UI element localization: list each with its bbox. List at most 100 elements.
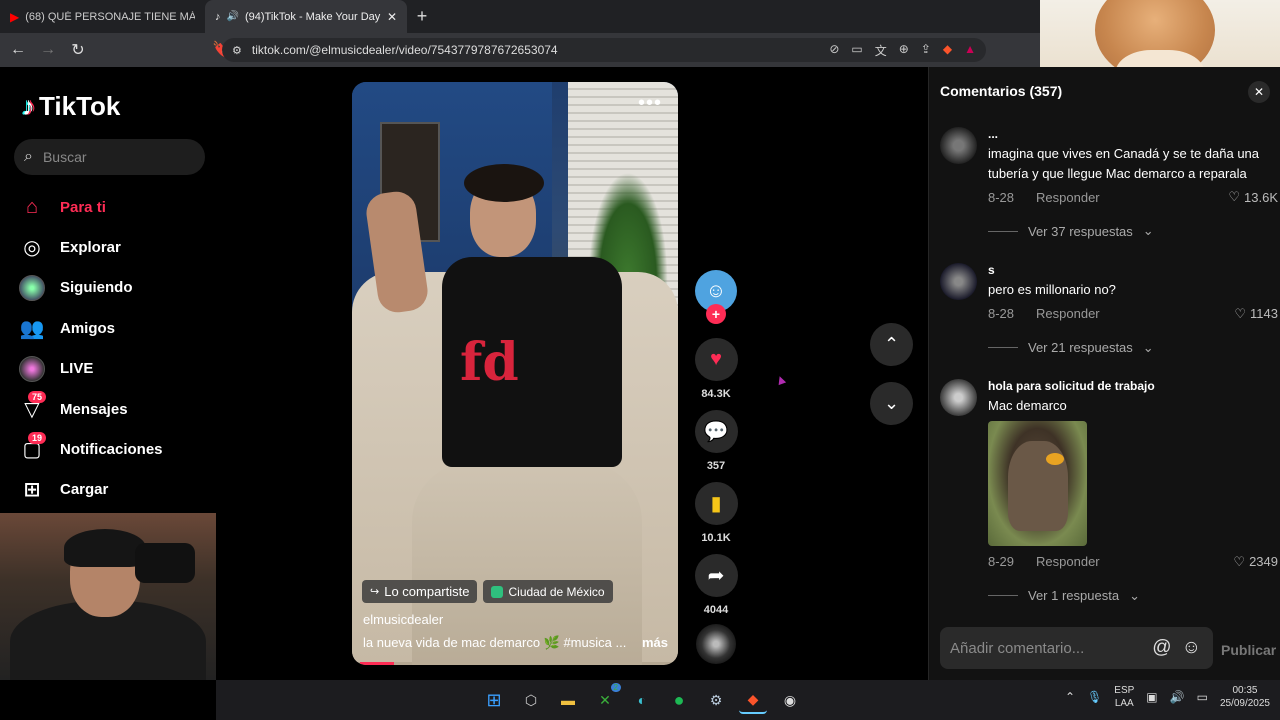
obs-icon[interactable]: ◉: [776, 686, 804, 714]
language-indicator[interactable]: ESP LAA: [1114, 684, 1134, 710]
reply-button[interactable]: Responder: [1036, 306, 1100, 321]
share-icon[interactable]: ⇪: [921, 42, 931, 59]
sidebar-item-amigos[interactable]: 👥 Amigos: [18, 308, 208, 348]
sidebar-item-para-ti[interactable]: ⌂ Para ti: [18, 187, 208, 227]
reply-button[interactable]: Responder: [1036, 554, 1100, 569]
file-explorer-icon[interactable]: ▬: [554, 686, 582, 714]
video-progress[interactable]: [360, 662, 394, 665]
close-tab-icon[interactable]: ✕: [387, 10, 397, 24]
translate-icon[interactable]: 文: [875, 42, 887, 59]
comment-text: Mac demarco: [988, 398, 1067, 413]
forward-button[interactable]: →: [36, 41, 60, 59]
tiktok-logo[interactable]: ♪ TikTok: [22, 91, 120, 122]
sidebar-item-explorar[interactable]: ◎ Explorar: [18, 227, 208, 267]
app-icon[interactable]: ⬡: [517, 686, 545, 714]
video-player[interactable]: fd ••• ↪ Lo compartiste Ciudad de México…: [352, 82, 678, 665]
mention-icon[interactable]: @: [1152, 637, 1171, 659]
close-comments-icon[interactable]: ✕: [1248, 81, 1270, 103]
site-info-icon[interactable]: ⚙: [232, 44, 242, 57]
view-replies[interactable]: Ver 21 respuestas ⌄: [940, 340, 1278, 356]
volume-icon[interactable]: 🔊: [1170, 690, 1185, 704]
edge-icon[interactable]: ◐: [628, 686, 656, 714]
tiktok-logo-icon: ♪: [22, 91, 35, 121]
comments-count: 357: [706, 460, 726, 472]
location-icon: [491, 585, 504, 598]
shared-tag[interactable]: ↪ Lo compartiste: [362, 580, 478, 603]
heart-outline-icon: ♡: [1233, 553, 1246, 569]
brave-icon[interactable]: ◆: [739, 686, 767, 714]
commenter-avatar[interactable]: [940, 263, 977, 300]
like-action[interactable]: ♥ 84.3K: [694, 338, 738, 402]
commenter-avatar[interactable]: [940, 379, 977, 416]
previous-video-button[interactable]: ⌃: [870, 323, 913, 366]
windows-start-icon[interactable]: ⊞: [480, 686, 508, 714]
comment-placeholder: Añadir comentario...: [950, 639, 1085, 657]
search-input[interactable]: ⌕ Buscar: [14, 139, 205, 175]
sidebar-item-notificaciones[interactable]: ▢ 19 Notificaciones: [18, 429, 208, 469]
microphone-icon[interactable]: 🎙: [1087, 690, 1102, 704]
cast-icon[interactable]: ⊘: [829, 42, 839, 59]
brave-shield-icon[interactable]: ◆: [943, 42, 952, 59]
more-button[interactable]: más: [642, 635, 668, 651]
network-icon[interactable]: ▣: [1146, 690, 1157, 704]
comment-user[interactable]: hola para solicitud de trabajo: [988, 379, 1278, 393]
comment-image[interactable]: [988, 420, 1087, 546]
screen-icon[interactable]: ▭: [851, 42, 862, 59]
comment-action[interactable]: 💬 357: [694, 410, 738, 474]
share-action[interactable]: ➦ 4044: [694, 554, 738, 618]
follow-button[interactable]: +: [706, 304, 726, 324]
video-author[interactable]: elmusicdealer: [363, 612, 443, 627]
more-options-icon[interactable]: •••: [638, 92, 662, 115]
xbox-badge: 2: [610, 683, 621, 692]
comment-date: 8-28: [988, 306, 1015, 321]
view-replies[interactable]: Ver 1 respuesta ⌄: [940, 588, 1278, 604]
comment-text: imagina que vives en Canadá y se te daña…: [988, 146, 1260, 181]
back-button[interactable]: ←: [6, 41, 30, 59]
save-action[interactable]: ▮ 10.1K: [694, 482, 738, 546]
sidebar-item-cargar[interactable]: ⊞ Cargar: [18, 470, 208, 510]
comment-like[interactable]: ♡ 1143: [1234, 306, 1278, 322]
sidebar-item-live[interactable]: LIVE: [18, 349, 208, 389]
video-person-hair: [464, 164, 544, 202]
share-arrow-icon[interactable]: ➦: [694, 554, 738, 597]
search-icon: ⌕: [24, 148, 33, 165]
sidebar-item-mensajes[interactable]: ▽ 75 Mensajes: [18, 389, 208, 429]
comment-user[interactable]: s: [988, 263, 1278, 277]
reload-button[interactable]: ↻: [66, 40, 90, 60]
comment-like[interactable]: ♡ 13.6K: [1228, 189, 1278, 205]
creator-avatar[interactable]: ☺ +: [694, 270, 738, 324]
url-field[interactable]: ⚙ tiktok.com/@elmusicdealer/video/754377…: [222, 38, 986, 62]
comment-user[interactable]: ...: [988, 127, 1278, 141]
emoji-icon[interactable]: ☺: [1182, 637, 1201, 659]
next-video-button[interactable]: ⌄: [870, 382, 913, 425]
tab-youtube[interactable]: ▶ (68) QUÉ PERSONAJE TIENE MÁS FAN: [0, 0, 205, 33]
battery-icon[interactable]: ▭: [1197, 690, 1208, 704]
divider: [988, 595, 1018, 596]
bookmark-icon[interactable]: ▮: [694, 482, 738, 525]
comment-like[interactable]: ♡ 2349: [1233, 554, 1278, 570]
publish-button[interactable]: Publicar: [1221, 642, 1276, 658]
xbox-icon[interactable]: ✕ 2: [591, 683, 621, 714]
steam-icon[interactable]: ⚙: [702, 686, 730, 714]
tray-expand-icon[interactable]: ⌃: [1065, 690, 1075, 704]
view-replies[interactable]: Ver 37 respuestas ⌄: [940, 223, 1278, 239]
comment-icon[interactable]: 💬: [694, 410, 738, 453]
location-tag[interactable]: Ciudad de México: [483, 580, 613, 603]
reply-button[interactable]: Responder: [1036, 190, 1100, 205]
lang-top: ESP: [1114, 685, 1135, 696]
divider: [988, 347, 1018, 348]
brave-rewards-icon[interactable]: ▲: [964, 42, 976, 59]
zoom-icon[interactable]: ⊕: [899, 42, 909, 59]
heart-icon[interactable]: ♥: [694, 338, 738, 381]
spotify-icon[interactable]: ●: [665, 686, 693, 714]
sidebar-item-siguiendo[interactable]: Siguiendo: [18, 268, 208, 308]
clock[interactable]: 00:35 25/09/2025: [1220, 684, 1270, 710]
tab-tiktok[interactable]: ♪ 🔊 (94)TikTok - Make Your Day ✕: [205, 0, 407, 33]
comments-title: Comentarios (357): [940, 83, 1063, 99]
messages-icon: ▽ 75: [18, 391, 47, 423]
new-tab-button[interactable]: +: [407, 0, 437, 33]
music-disc-icon[interactable]: [696, 624, 736, 664]
following-avatar-icon: [18, 274, 46, 302]
commenter-avatar[interactable]: [940, 127, 977, 164]
comment-input[interactable]: Añadir comentario... @ ☺: [940, 627, 1213, 669]
